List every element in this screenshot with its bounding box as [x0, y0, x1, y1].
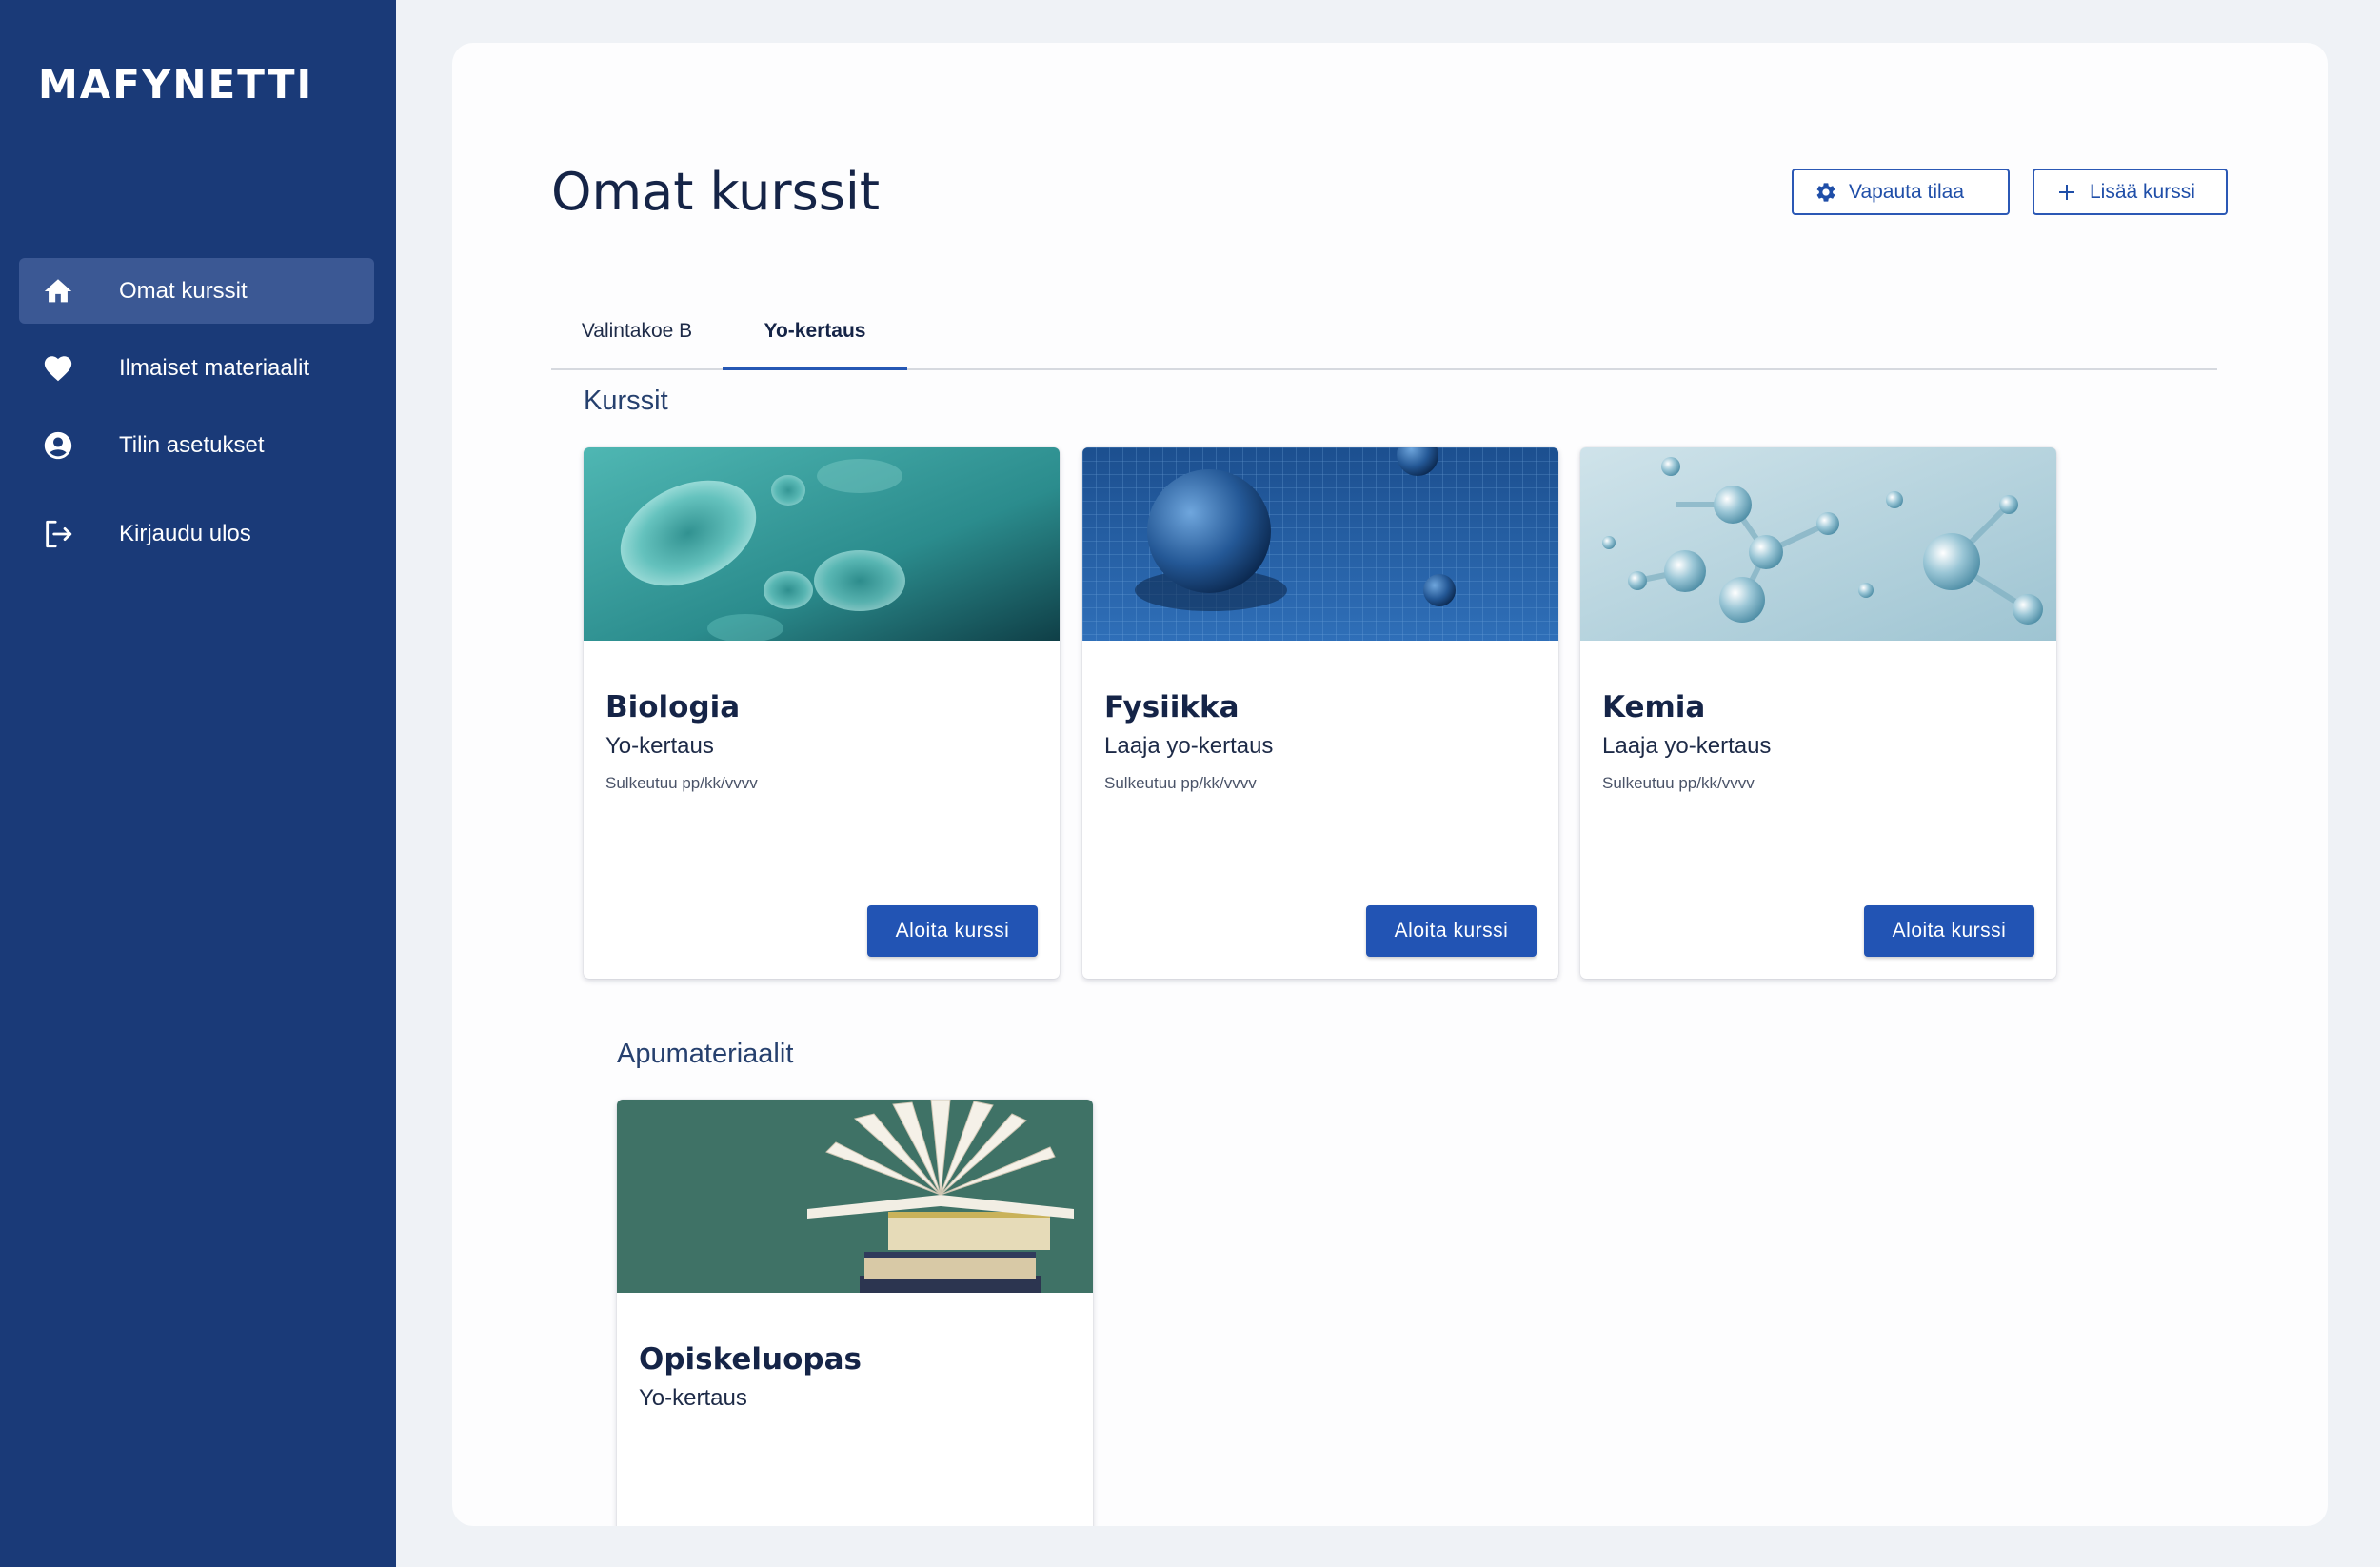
free-space-label: Vapauta tilaa: [1849, 180, 1965, 203]
add-course-button[interactable]: Lisää kurssi: [2033, 169, 2228, 215]
course-image-molecules: [1580, 447, 2056, 641]
sidebar-item-label: Tilin asetukset: [119, 431, 265, 458]
home-icon: [44, 278, 72, 302]
page-title: Omat kurssit: [551, 162, 881, 222]
main-panel: Omat kurssit Vapauta tilaa Lisää kurssi …: [452, 43, 2328, 1526]
course-card-biologia[interactable]: Biologia Yo-kertaus Sulkeutuu pp/kk/vvvv…: [584, 447, 1060, 979]
course-image-spacetime-spheres: [1082, 447, 1558, 641]
gear-icon: [1816, 182, 1835, 202]
course-subtitle: Laaja yo-kertaus: [1104, 733, 1274, 759]
sidebar-item-label: Kirjaudu ulos: [119, 520, 251, 546]
course-title: Biologia: [605, 690, 741, 724]
start-course-button[interactable]: Aloita kurssi: [1864, 905, 2034, 957]
course-closing-date: Sulkeutuu pp/kk/vvvv: [1602, 774, 1755, 792]
add-course-label: Lisää kurssi: [2090, 180, 2195, 203]
course-subtitle: Laaja yo-kertaus: [1602, 733, 1772, 759]
tab-valintakoe-b[interactable]: Valintakoe B: [551, 294, 723, 368]
sidebar-item-label: Omat kurssit: [119, 277, 248, 304]
course-card-fysiikka[interactable]: Fysiikka Laaja yo-kertaus Sulkeutuu pp/k…: [1082, 447, 1558, 979]
heart-icon: [44, 355, 72, 381]
sidebar-item-kirjaudu-ulos[interactable]: Kirjaudu ulos: [19, 501, 374, 566]
course-subtitle: Yo-kertaus: [605, 733, 714, 759]
sidebar: MAFYNETTI Omat kurssit Ilmaiset materiaa…: [0, 0, 396, 1567]
start-course-button[interactable]: Aloita kurssi: [867, 905, 1038, 957]
material-image-books: [617, 1100, 1093, 1293]
sidebar-item-ilmaiset-materiaalit[interactable]: Ilmaiset materiaalit: [19, 335, 374, 401]
material-subtitle: Yo-kertaus: [639, 1385, 747, 1411]
course-card-kemia[interactable]: Kemia Laaja yo-kertaus Sulkeutuu pp/kk/v…: [1580, 447, 2056, 979]
sidebar-item-tilin-asetukset[interactable]: Tilin asetukset: [19, 412, 374, 478]
sidebar-item-omat-kurssit[interactable]: Omat kurssit: [19, 258, 374, 324]
course-image-blood-cells: [584, 447, 1060, 641]
material-card-opiskeluopas[interactable]: Opiskeluopas Yo-kertaus: [617, 1100, 1093, 1526]
sidebar-item-label: Ilmaiset materiaalit: [119, 354, 310, 381]
courses-heading: Kurssit: [584, 386, 668, 416]
course-title: Kemia: [1602, 690, 1706, 724]
logout-icon: [46, 520, 72, 547]
materials-heading: Apumateriaalit: [617, 1039, 794, 1069]
free-space-button[interactable]: Vapauta tilaa: [1792, 169, 2010, 215]
course-closing-date: Sulkeutuu pp/kk/vvvv: [1104, 774, 1257, 792]
sidebar-nav: Omat kurssit Ilmaiset materiaalit Tilin …: [19, 258, 374, 566]
account-circle-icon: [44, 431, 72, 459]
plus-icon: [2059, 184, 2074, 200]
material-title: Opiskeluopas: [639, 1342, 862, 1377]
brand-logo[interactable]: MAFYNETTI: [38, 61, 313, 108]
course-title: Fysiikka: [1104, 690, 1240, 724]
tab-yo-kertaus[interactable]: Yo-kertaus: [723, 294, 907, 370]
course-tabs: Valintakoe B Yo-kertaus: [551, 294, 2217, 370]
start-course-button[interactable]: Aloita kurssi: [1366, 905, 1537, 957]
course-closing-date: Sulkeutuu pp/kk/vvvv: [605, 774, 758, 792]
